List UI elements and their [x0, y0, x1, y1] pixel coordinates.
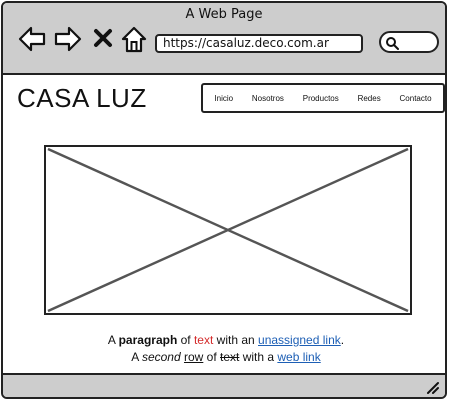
- image-placeholder: [44, 145, 412, 315]
- site-logo[interactable]: CASA LUZ: [17, 83, 147, 114]
- text-segment: .: [340, 333, 345, 347]
- menu-item-redes[interactable]: Redes: [358, 94, 381, 103]
- menu-item-productos[interactable]: Productos: [303, 94, 339, 103]
- paragraph-line-1: A paragraph of text with an unassigned l…: [3, 332, 445, 349]
- menu-item-inicio[interactable]: Inicio: [214, 94, 233, 103]
- window-title: A Web Page: [185, 7, 263, 22]
- forward-button[interactable]: [53, 24, 83, 54]
- menu-item-contacto[interactable]: Contacto: [400, 94, 432, 103]
- arrow-left-icon: [18, 26, 46, 52]
- text-segment: with an: [213, 333, 259, 347]
- strikethrough-text: text: [220, 350, 240, 364]
- italic-text: second: [141, 350, 181, 364]
- search-input[interactable]: [379, 31, 439, 53]
- image-placeholder-cross: [47, 147, 409, 313]
- paragraph-line-2: A second row of text with a web link: [3, 349, 445, 366]
- text-segment: A: [107, 333, 119, 347]
- arrow-right-icon: [54, 26, 82, 52]
- address-bar[interactable]: https://casaluz.deco.com.ar: [155, 34, 363, 53]
- underlined-text: row: [183, 350, 204, 364]
- web-link[interactable]: web link: [277, 350, 320, 364]
- back-button[interactable]: [17, 24, 47, 54]
- home-button[interactable]: [119, 24, 149, 54]
- resize-grip-icon[interactable]: [425, 380, 439, 394]
- search-icon: [386, 37, 399, 50]
- home-icon: [121, 26, 147, 53]
- red-text: text: [193, 333, 214, 347]
- status-bar: [3, 373, 445, 397]
- browser-window: A Web Page https://casaluz.deco.com.ar C…: [1, 1, 447, 399]
- stop-button[interactable]: [91, 26, 115, 50]
- text-segment: A: [131, 350, 142, 364]
- browser-toolbar: A Web Page https://casaluz.deco.com.ar: [3, 3, 445, 75]
- paragraph: A paragraph of text with an unassigned l…: [3, 332, 445, 366]
- text-segment: of: [203, 350, 221, 364]
- bold-text: paragraph: [118, 333, 178, 347]
- close-icon: [94, 29, 112, 47]
- site-nav-menu: Inicio Nosotros Productos Redes Contacto: [201, 83, 445, 113]
- text-segment: of: [177, 333, 194, 347]
- text-segment: with a: [239, 350, 278, 364]
- menu-item-nosotros[interactable]: Nosotros: [252, 94, 284, 103]
- unassigned-link[interactable]: unassigned link: [258, 333, 341, 347]
